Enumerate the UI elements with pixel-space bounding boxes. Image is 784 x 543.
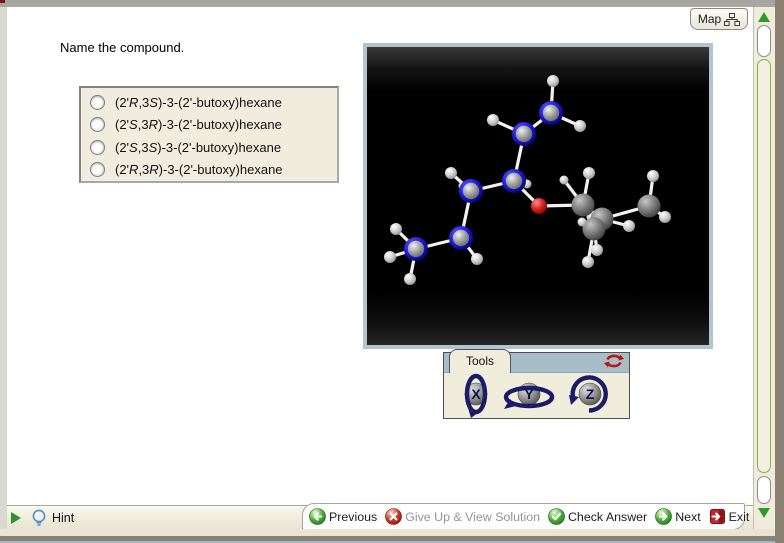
molecule-viewer[interactable] (363, 43, 713, 349)
scrollbar-track[interactable] (757, 59, 771, 473)
carbon-atom (571, 193, 595, 217)
hydrogen-atom (559, 175, 569, 185)
previous-button[interactable]: Previous (309, 508, 377, 525)
carbon-core (452, 229, 470, 247)
answer-option-2[interactable]: (2'S,3R)-3-(2'-butoxy)hexane (81, 114, 337, 137)
exit-icon (709, 509, 725, 524)
answer-options-box: (2'R,3S)-3-(2'-butoxy)hexane (2'S,3R)-3-… (79, 86, 339, 183)
carbon-core (462, 182, 480, 200)
option-label: (2'S,3R)-3-(2'-butoxy)hexane (115, 117, 282, 133)
hydrogen-atom (582, 256, 594, 268)
svg-text:Z: Z (586, 386, 595, 402)
tools-body: X Y Z (444, 373, 629, 418)
carbon-core (407, 240, 425, 258)
scroll-down-arrow[interactable] (758, 508, 770, 518)
svg-text:Y: Y (524, 386, 534, 402)
option-label: (2'S,3S)-3-(2'-butoxy)hexane (115, 139, 282, 155)
tools-tab-label: Tools (465, 354, 494, 368)
check-answer-label: Check Answer (567, 509, 648, 524)
window-corner-mark (0, 0, 5, 3)
hydrogen-atom (390, 223, 402, 235)
previous-icon (309, 508, 326, 525)
hydrogen-atom (583, 167, 595, 179)
hydrogen-atom (384, 251, 396, 263)
carbon-atom (637, 194, 661, 218)
reset-view-icon[interactable] (603, 350, 625, 372)
radio-button[interactable] (90, 139, 105, 155)
question-text: Name the compound. (60, 40, 185, 55)
hydrogen-atom (471, 253, 483, 265)
tools-tab[interactable]: Tools (449, 349, 511, 373)
sitemap-icon (724, 12, 741, 26)
lightbulb-icon[interactable] (31, 509, 47, 527)
previous-label: Previous (329, 509, 378, 524)
exit-button[interactable]: Exit (709, 508, 750, 525)
rotate-y-icon[interactable]: Y (500, 379, 558, 413)
footer-button-panel: Previous Give Up & View Solution Check A… (302, 503, 749, 530)
map-button-label: Map (697, 12, 722, 26)
hydrogen-atom (591, 244, 603, 256)
check-answer-button[interactable]: Check Answer (548, 508, 647, 525)
map-button[interactable]: Map (690, 8, 748, 30)
hydrogen-atom (487, 114, 499, 126)
option-label: (2'R,3S)-3-(2'-butoxy)hexane (115, 94, 282, 110)
hydrogen-atom (647, 170, 659, 182)
answer-option-3[interactable]: (2'S,3S)-3-(2'-butoxy)hexane (81, 136, 337, 159)
hydrogen-atom (574, 120, 586, 132)
next-icon (655, 508, 672, 525)
rotate-z-icon[interactable]: Z (566, 371, 612, 417)
window-top-border (0, 0, 784, 7)
radio-button[interactable] (90, 117, 105, 133)
rotate-x-icon[interactable]: X (457, 370, 495, 418)
give-up-icon (385, 508, 403, 525)
hint-expand-arrow[interactable] (11, 512, 21, 524)
hydrogen-atom (659, 211, 671, 223)
hydrogen-atom (547, 75, 559, 87)
hydrogen-atom (577, 217, 587, 227)
option-label: (2'R,3R)-3-(2'-butoxy)hexane (115, 162, 283, 178)
carbon-core (505, 172, 523, 190)
window-right-border (775, 0, 784, 543)
check-answer-icon (548, 508, 565, 525)
window-left-border (0, 7, 7, 543)
exit-label: Exit (728, 509, 750, 524)
answer-option-4[interactable]: (2'R,3R)-3-(2'-butoxy)hexane (81, 159, 337, 182)
radio-button[interactable] (90, 94, 105, 110)
carbon-core (542, 104, 560, 122)
vertical-scrollbar[interactable] (753, 7, 775, 529)
scroll-up-arrow[interactable] (758, 12, 770, 22)
svg-text:X: X (471, 386, 481, 402)
hydrogen-atom (623, 220, 635, 232)
carbon-core (515, 125, 533, 143)
hint-label[interactable]: Hint (52, 511, 74, 525)
answer-option-1[interactable]: (2'R,3S)-3-(2'-butoxy)hexane (81, 91, 337, 114)
scrollbar-thumb-bottom[interactable] (757, 476, 771, 504)
molecule-model[interactable] (367, 47, 709, 345)
give-up-label: Give Up & View Solution (405, 509, 540, 524)
next-label: Next (675, 509, 701, 524)
give-up-button[interactable]: Give Up & View Solution (385, 508, 540, 525)
tools-palette: Tools X Y Z (443, 349, 630, 419)
scrollbar-thumb-top[interactable] (757, 25, 771, 57)
hydrogen-atom (445, 167, 457, 179)
next-button[interactable]: Next (655, 508, 701, 525)
radio-button[interactable] (90, 162, 105, 178)
window-bottom-strip (0, 529, 784, 536)
hydrogen-atom (404, 273, 416, 285)
oxygen-atom (531, 198, 547, 214)
